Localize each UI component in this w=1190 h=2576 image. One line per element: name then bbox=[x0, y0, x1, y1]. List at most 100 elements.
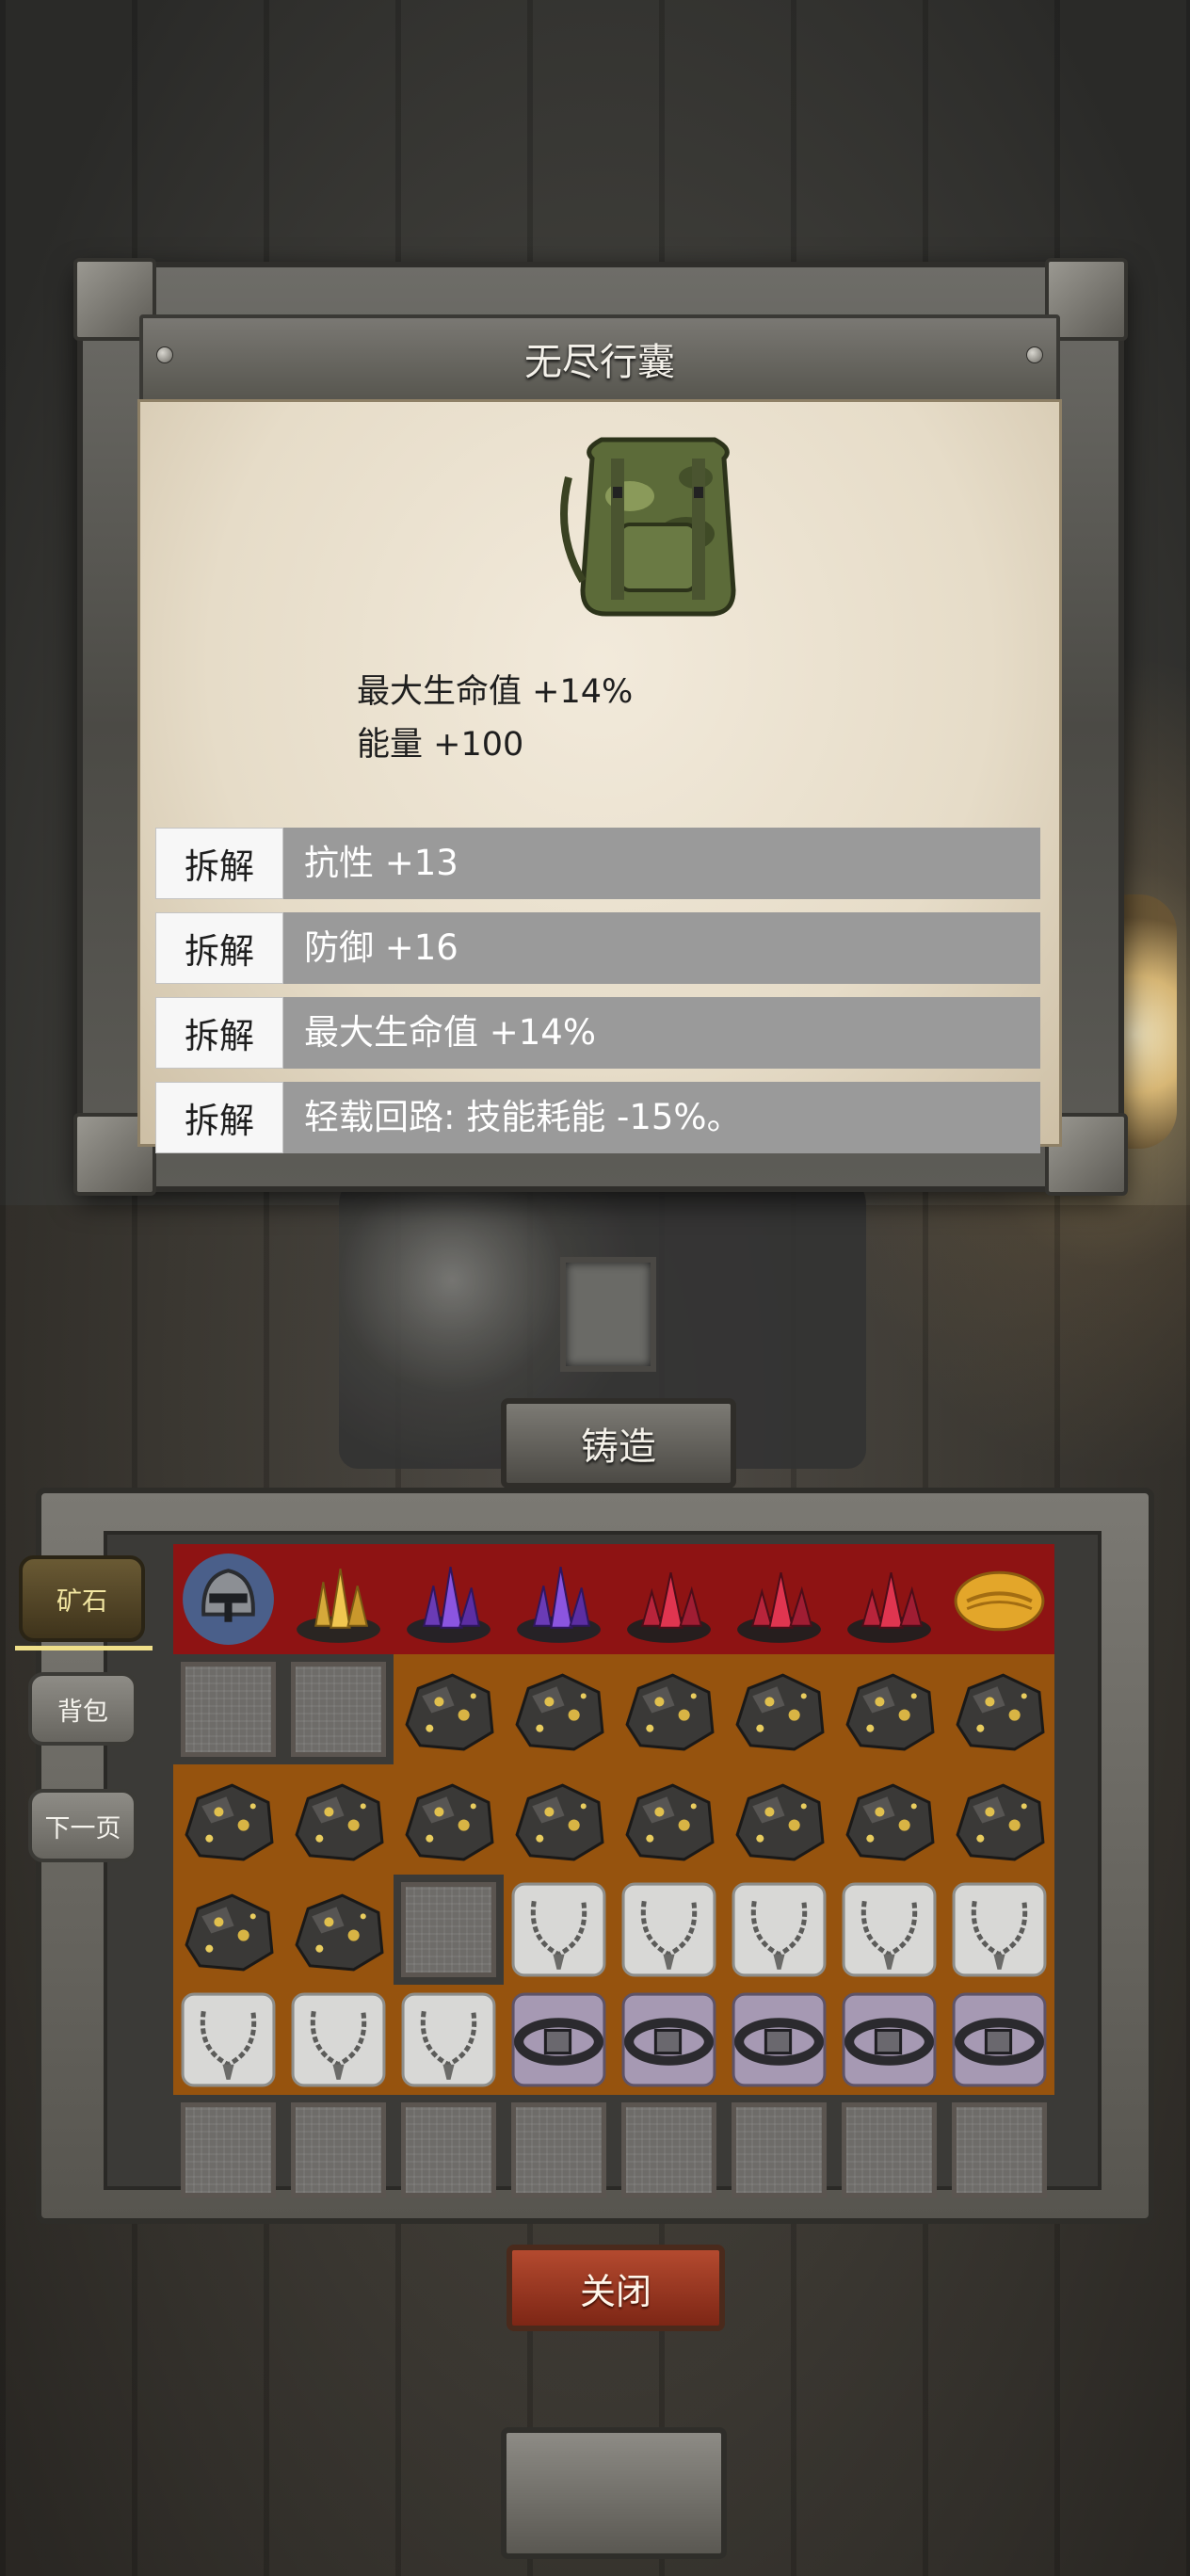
inventory-slot[interactable] bbox=[944, 1875, 1054, 1985]
tab-ore[interactable]: 矿石 bbox=[19, 1555, 145, 1642]
inventory-slot[interactable] bbox=[724, 1985, 834, 2095]
leather-belt-icon bbox=[952, 1992, 1047, 2087]
gold-ore-icon bbox=[185, 1783, 274, 1861]
inventory-slot[interactable] bbox=[614, 1875, 724, 1985]
inventory-slot[interactable] bbox=[504, 1654, 614, 1764]
inventory-slot[interactable] bbox=[724, 1875, 834, 1985]
inventory-slot[interactable] bbox=[173, 1764, 283, 1875]
inventory-slot[interactable] bbox=[173, 1985, 283, 2095]
inventory-slot[interactable] bbox=[614, 1764, 724, 1875]
silver-necklace-icon bbox=[732, 1882, 827, 1977]
gold-ore-icon bbox=[956, 1783, 1045, 1861]
affix-row: 拆解 轻载回路: 技能耗能 -15%。 bbox=[155, 1082, 1040, 1153]
disassemble-button[interactable]: 拆解 bbox=[155, 1082, 283, 1153]
disassemble-button[interactable]: 拆解 bbox=[155, 997, 283, 1069]
inventory-slot[interactable] bbox=[834, 1985, 944, 2095]
inventory-slot-empty[interactable] bbox=[394, 2095, 504, 2205]
inventory-slot[interactable] bbox=[834, 1654, 944, 1764]
forge-input-slot[interactable] bbox=[560, 1257, 656, 1372]
inventory-slot[interactable] bbox=[394, 1764, 504, 1875]
inventory-slot[interactable] bbox=[724, 1654, 834, 1764]
inventory-slot-empty[interactable] bbox=[283, 2095, 394, 2205]
inventory-slot[interactable] bbox=[614, 1654, 724, 1764]
inventory-slot-empty[interactable] bbox=[834, 2095, 944, 2205]
rivet bbox=[1026, 346, 1043, 363]
inventory-slot[interactable] bbox=[614, 1985, 724, 2095]
inventory-slot[interactable] bbox=[394, 1654, 504, 1764]
inventory-slot[interactable] bbox=[944, 1985, 1054, 2095]
stat-max-hp: 最大生命值 +14% bbox=[357, 673, 634, 711]
item-description-parchment: 最大生命值 +14% 能量 +100 拆解 抗性 +13 拆解 防御 +16 拆… bbox=[137, 399, 1062, 1153]
iron-helmet-icon bbox=[183, 1554, 274, 1645]
gold-ore-icon bbox=[845, 1783, 935, 1861]
inventory-slot-empty[interactable] bbox=[173, 1654, 283, 1764]
inventory-slot-empty[interactable] bbox=[394, 1875, 504, 1985]
disassemble-button[interactable]: 拆解 bbox=[155, 912, 283, 984]
amber-larva-icon bbox=[954, 1570, 1045, 1632]
inventory-slot[interactable] bbox=[614, 1544, 724, 1654]
inventory-slot[interactable] bbox=[724, 1544, 834, 1654]
inventory-slot[interactable] bbox=[944, 1764, 1054, 1875]
tab-backpack[interactable]: 背包 bbox=[28, 1672, 137, 1746]
inventory-slot[interactable] bbox=[834, 1875, 944, 1985]
leather-belt-icon bbox=[732, 1992, 827, 2087]
inventory-slot[interactable] bbox=[944, 1654, 1054, 1764]
close-button[interactable]: 关闭 bbox=[507, 2245, 725, 2331]
inventory-slot[interactable] bbox=[504, 1985, 614, 2095]
base-stats: 最大生命值 +14% 能量 +100 bbox=[357, 666, 633, 771]
affix-text: 轻载回路: 技能耗能 -15%。 bbox=[304, 1097, 742, 1137]
inventory-slot-empty[interactable] bbox=[173, 2095, 283, 2205]
active-tab-indicator bbox=[15, 1646, 153, 1650]
inventory-slot[interactable] bbox=[504, 1764, 614, 1875]
inventory-slot-empty[interactable] bbox=[504, 2095, 614, 2205]
inventory-slot[interactable] bbox=[173, 1875, 283, 1985]
gold-ore-icon bbox=[735, 1783, 825, 1861]
item-detail-panel: 无尽行囊 最大生命值 +14% 能量 +100 拆解 抗性 +13 拆解 防御 … bbox=[73, 258, 1128, 1196]
affix-text: 最大生命值 +14% bbox=[304, 1012, 597, 1053]
silver-necklace-icon bbox=[511, 1882, 606, 1977]
leather-belt-icon bbox=[842, 1992, 937, 2087]
camo-backpack-icon bbox=[560, 437, 736, 617]
red-crystal-icon bbox=[737, 1572, 821, 1643]
rivet bbox=[156, 346, 173, 363]
purple-crystal-icon bbox=[517, 1566, 601, 1643]
bottom-plate-decoration bbox=[501, 2427, 727, 2559]
inventory-slot-empty[interactable] bbox=[283, 1654, 394, 1764]
forge-button[interactable]: 铸造 bbox=[501, 1398, 736, 1489]
gold-ore-icon bbox=[295, 1893, 384, 1972]
inventory-slot[interactable] bbox=[724, 1764, 834, 1875]
inventory-slot[interactable] bbox=[834, 1764, 944, 1875]
empty-slot-frame bbox=[511, 2102, 606, 2198]
gold-ore-icon bbox=[515, 1783, 604, 1861]
inventory-slot-empty[interactable] bbox=[944, 2095, 1054, 2205]
disassemble-button[interactable]: 拆解 bbox=[155, 828, 283, 899]
inventory-slot[interactable] bbox=[283, 1544, 394, 1654]
inventory-slot-empty[interactable] bbox=[614, 2095, 724, 2205]
inventory-slot[interactable] bbox=[394, 1985, 504, 2095]
gold-ore-icon bbox=[625, 1673, 715, 1751]
inventory-slot[interactable] bbox=[504, 1875, 614, 1985]
empty-slot-frame bbox=[181, 1662, 276, 1757]
empty-slot-frame bbox=[621, 2102, 716, 2198]
gold-ore-icon bbox=[515, 1673, 604, 1751]
inventory-slot[interactable] bbox=[394, 1544, 504, 1654]
purple-crystal-icon bbox=[407, 1566, 490, 1643]
gold-ore-icon bbox=[185, 1893, 274, 1972]
affix-text: 防御 +16 bbox=[304, 927, 458, 968]
inventory-slot[interactable] bbox=[283, 1764, 394, 1875]
empty-slot-frame bbox=[291, 2102, 386, 2198]
red-crystal-icon bbox=[847, 1572, 931, 1643]
inventory-slot-empty[interactable] bbox=[724, 2095, 834, 2205]
inventory-grid bbox=[173, 1544, 1054, 2205]
leather-belt-icon bbox=[621, 1992, 716, 2087]
inventory-slot[interactable] bbox=[834, 1544, 944, 1654]
next-page-button[interactable]: 下一页 bbox=[28, 1789, 137, 1862]
popup-header: 无尽行囊 bbox=[139, 314, 1060, 403]
inventory-slot[interactable] bbox=[944, 1544, 1054, 1654]
inventory-slot[interactable] bbox=[283, 1875, 394, 1985]
inventory-slot[interactable] bbox=[283, 1985, 394, 2095]
inventory-slot[interactable] bbox=[504, 1544, 614, 1654]
gold-ore-icon bbox=[735, 1673, 825, 1751]
inventory-slot[interactable] bbox=[173, 1544, 283, 1654]
empty-slot-frame bbox=[401, 2102, 496, 2198]
